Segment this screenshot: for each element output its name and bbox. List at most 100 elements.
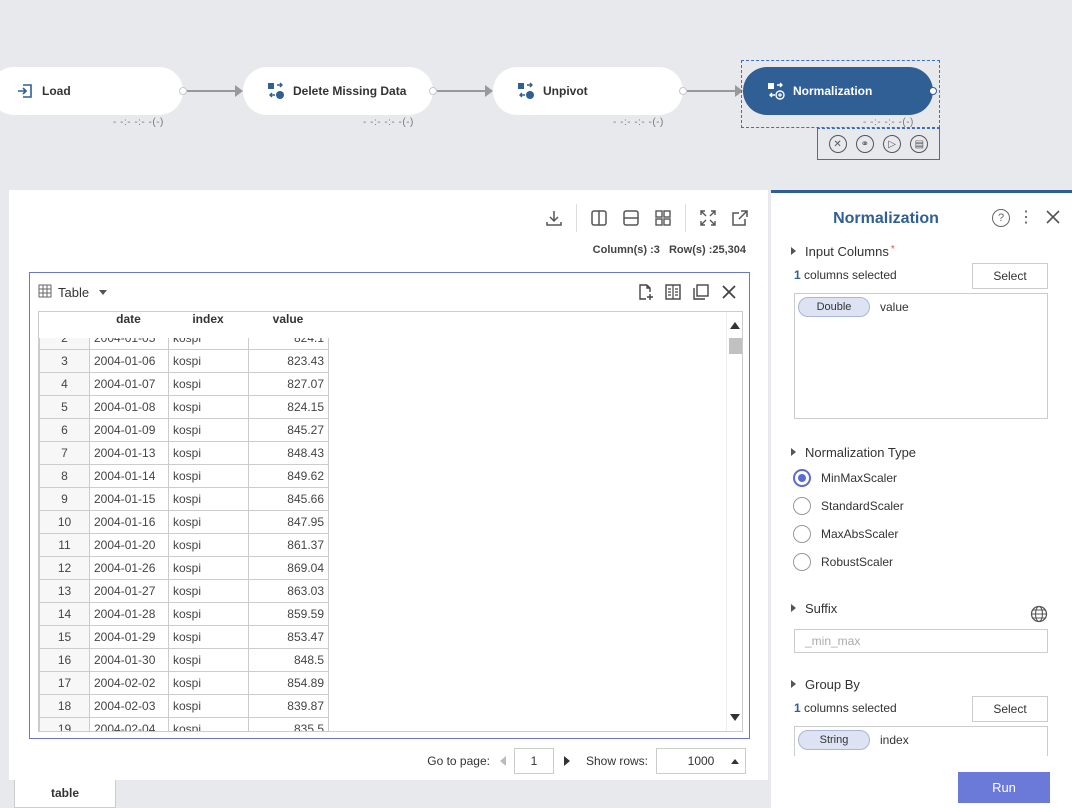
index-cell[interactable]: kospi — [168, 648, 249, 672]
next-page-icon[interactable] — [563, 756, 570, 766]
table-row[interactable]: 8 2004-01-14 kospi 849.62 — [39, 464, 329, 488]
date-cell[interactable]: 2004-01-09 — [89, 418, 169, 442]
table-row[interactable]: 15 2004-01-29 kospi 853.47 — [39, 625, 329, 649]
row-number-cell[interactable]: 9 — [39, 487, 90, 511]
node-load[interactable]: Load — [0, 67, 187, 115]
index-cell[interactable]: kospi — [168, 579, 249, 603]
index-cell[interactable]: kospi — [168, 338, 249, 350]
external-link-icon[interactable] — [724, 204, 756, 232]
index-cell[interactable]: kospi — [168, 671, 249, 695]
date-cell[interactable]: 2004-01-08 — [89, 395, 169, 419]
row-number-cell[interactable]: 13 — [39, 579, 90, 603]
section-suffix[interactable]: Suffix — [791, 601, 837, 616]
list-item[interactable]: Double value — [795, 294, 1047, 320]
column-header-index[interactable]: index — [168, 312, 248, 326]
value-cell[interactable]: 823.43 — [248, 349, 329, 373]
value-cell[interactable]: 824.15 — [248, 395, 329, 419]
row-number-cell[interactable]: 17 — [39, 671, 90, 695]
node-unpivot[interactable]: Unpivot — [493, 67, 687, 115]
split-vertical-icon[interactable] — [583, 204, 615, 232]
index-cell[interactable]: kospi — [168, 464, 249, 488]
index-cell[interactable]: kospi — [168, 717, 249, 731]
section-input-columns[interactable]: Input Columns * — [791, 244, 895, 259]
radio-button[interactable] — [793, 553, 811, 571]
table-row[interactable]: 13 2004-01-27 kospi 863.03 — [39, 579, 329, 603]
index-cell[interactable]: kospi — [168, 349, 249, 373]
index-cell[interactable]: kospi — [168, 602, 249, 626]
table-row[interactable]: 9 2004-01-15 kospi 845.66 — [39, 487, 329, 511]
date-cell[interactable]: 2004-01-15 — [89, 487, 169, 511]
output-port[interactable] — [179, 87, 187, 95]
input-columns-select-button[interactable]: Select — [972, 263, 1048, 289]
section-group-by[interactable]: Group By — [791, 677, 860, 692]
list-item[interactable]: String index — [795, 727, 1047, 753]
column-header-value[interactable]: value — [248, 312, 328, 326]
pipeline-canvas[interactable]: Load - -:- -:- -(-) Delete Missing Data … — [0, 0, 1072, 190]
value-cell[interactable]: 863.03 — [248, 579, 329, 603]
scroll-thumb[interactable] — [729, 338, 742, 354]
value-cell[interactable]: 824.1 — [248, 338, 329, 350]
date-cell[interactable]: 2004-01-14 — [89, 464, 169, 488]
value-cell[interactable]: 853.47 — [248, 625, 329, 649]
output-port[interactable] — [929, 87, 937, 95]
index-cell[interactable]: kospi — [168, 625, 249, 649]
run-node-icon[interactable]: ▷ — [883, 135, 902, 153]
radio-button[interactable] — [793, 469, 811, 487]
chevron-down-icon[interactable] — [99, 289, 108, 295]
index-cell[interactable]: kospi — [168, 441, 249, 465]
index-cell[interactable]: kospi — [168, 533, 249, 557]
row-number-cell[interactable]: 7 — [39, 441, 90, 465]
table-row[interactable]: 7 2004-01-13 kospi 848.43 — [39, 441, 329, 465]
date-cell[interactable]: 2004-01-20 — [89, 533, 169, 557]
value-cell[interactable]: 854.89 — [248, 671, 329, 695]
row-number-cell[interactable]: 2 — [39, 338, 90, 350]
value-cell[interactable]: 835.5 — [248, 717, 329, 731]
row-number-cell[interactable]: 14 — [39, 602, 90, 626]
row-number-cell[interactable]: 10 — [39, 510, 90, 534]
radio-button[interactable] — [793, 497, 811, 515]
split-horizontal-icon[interactable] — [615, 204, 647, 232]
radio-robustscaler[interactable]: RobustScaler — [793, 553, 893, 571]
radio-maxabsscaler[interactable]: MaxAbsScaler — [793, 525, 898, 543]
table-row[interactable]: 5 2004-01-08 kospi 824.15 — [39, 395, 329, 419]
table-row[interactable]: 3 2004-01-06 kospi 823.43 — [39, 349, 329, 373]
index-cell[interactable]: kospi — [168, 418, 249, 442]
index-cell[interactable]: kospi — [168, 372, 249, 396]
table-row[interactable]: 2 2004-01-05 kospi 824.1 — [39, 338, 329, 350]
row-number-cell[interactable]: 4 — [39, 372, 90, 396]
grid-layout-icon[interactable] — [647, 204, 679, 232]
date-cell[interactable]: 2004-02-03 — [89, 694, 169, 718]
table-row[interactable]: 4 2004-01-07 kospi 827.07 — [39, 372, 329, 396]
suffix-input[interactable]: _min_max — [794, 629, 1048, 653]
value-cell[interactable]: 839.87 — [248, 694, 329, 718]
run-button[interactable]: Run — [958, 772, 1050, 803]
group-by-list[interactable]: String index — [794, 726, 1048, 756]
help-icon[interactable]: ? — [992, 209, 1010, 227]
date-cell[interactable]: 2004-01-26 — [89, 556, 169, 580]
index-cell[interactable]: kospi — [168, 694, 249, 718]
radio-minmaxscaler[interactable]: MinMaxScaler — [793, 469, 897, 487]
table-row[interactable]: 17 2004-02-02 kospi 854.89 — [39, 671, 329, 695]
row-number-cell[interactable]: 3 — [39, 349, 90, 373]
view-type-label[interactable]: Table — [58, 285, 89, 300]
date-cell[interactable]: 2004-01-05 — [89, 338, 169, 350]
table-row[interactable]: 16 2004-01-30 kospi 848.5 — [39, 648, 329, 672]
input-columns-list[interactable]: Double value — [794, 293, 1048, 419]
row-number-cell[interactable]: 12 — [39, 556, 90, 580]
date-cell[interactable]: 2004-02-02 — [89, 671, 169, 695]
vertical-scrollbar[interactable] — [726, 312, 742, 731]
table-row[interactable]: 18 2004-02-03 kospi 839.87 — [39, 694, 329, 718]
date-cell[interactable]: 2004-01-29 — [89, 625, 169, 649]
value-cell[interactable]: 849.62 — [248, 464, 329, 488]
table-row[interactable]: 6 2004-01-09 kospi 845.27 — [39, 418, 329, 442]
index-cell[interactable]: kospi — [168, 556, 249, 580]
group-by-select-button[interactable]: Select — [972, 696, 1048, 722]
new-file-icon[interactable] — [631, 281, 659, 303]
remove-node-icon[interactable]: ✕ — [828, 135, 847, 153]
share-node-icon[interactable]: ⚭ — [855, 135, 874, 153]
table-row[interactable]: 19 2004-02-04 kospi 835.5 — [39, 717, 329, 731]
date-cell[interactable]: 2004-01-06 — [89, 349, 169, 373]
date-cell[interactable]: 2004-01-13 — [89, 441, 169, 465]
column-settings-icon[interactable] — [659, 281, 687, 303]
rows-per-page-select[interactable]: 1000 — [656, 748, 746, 774]
